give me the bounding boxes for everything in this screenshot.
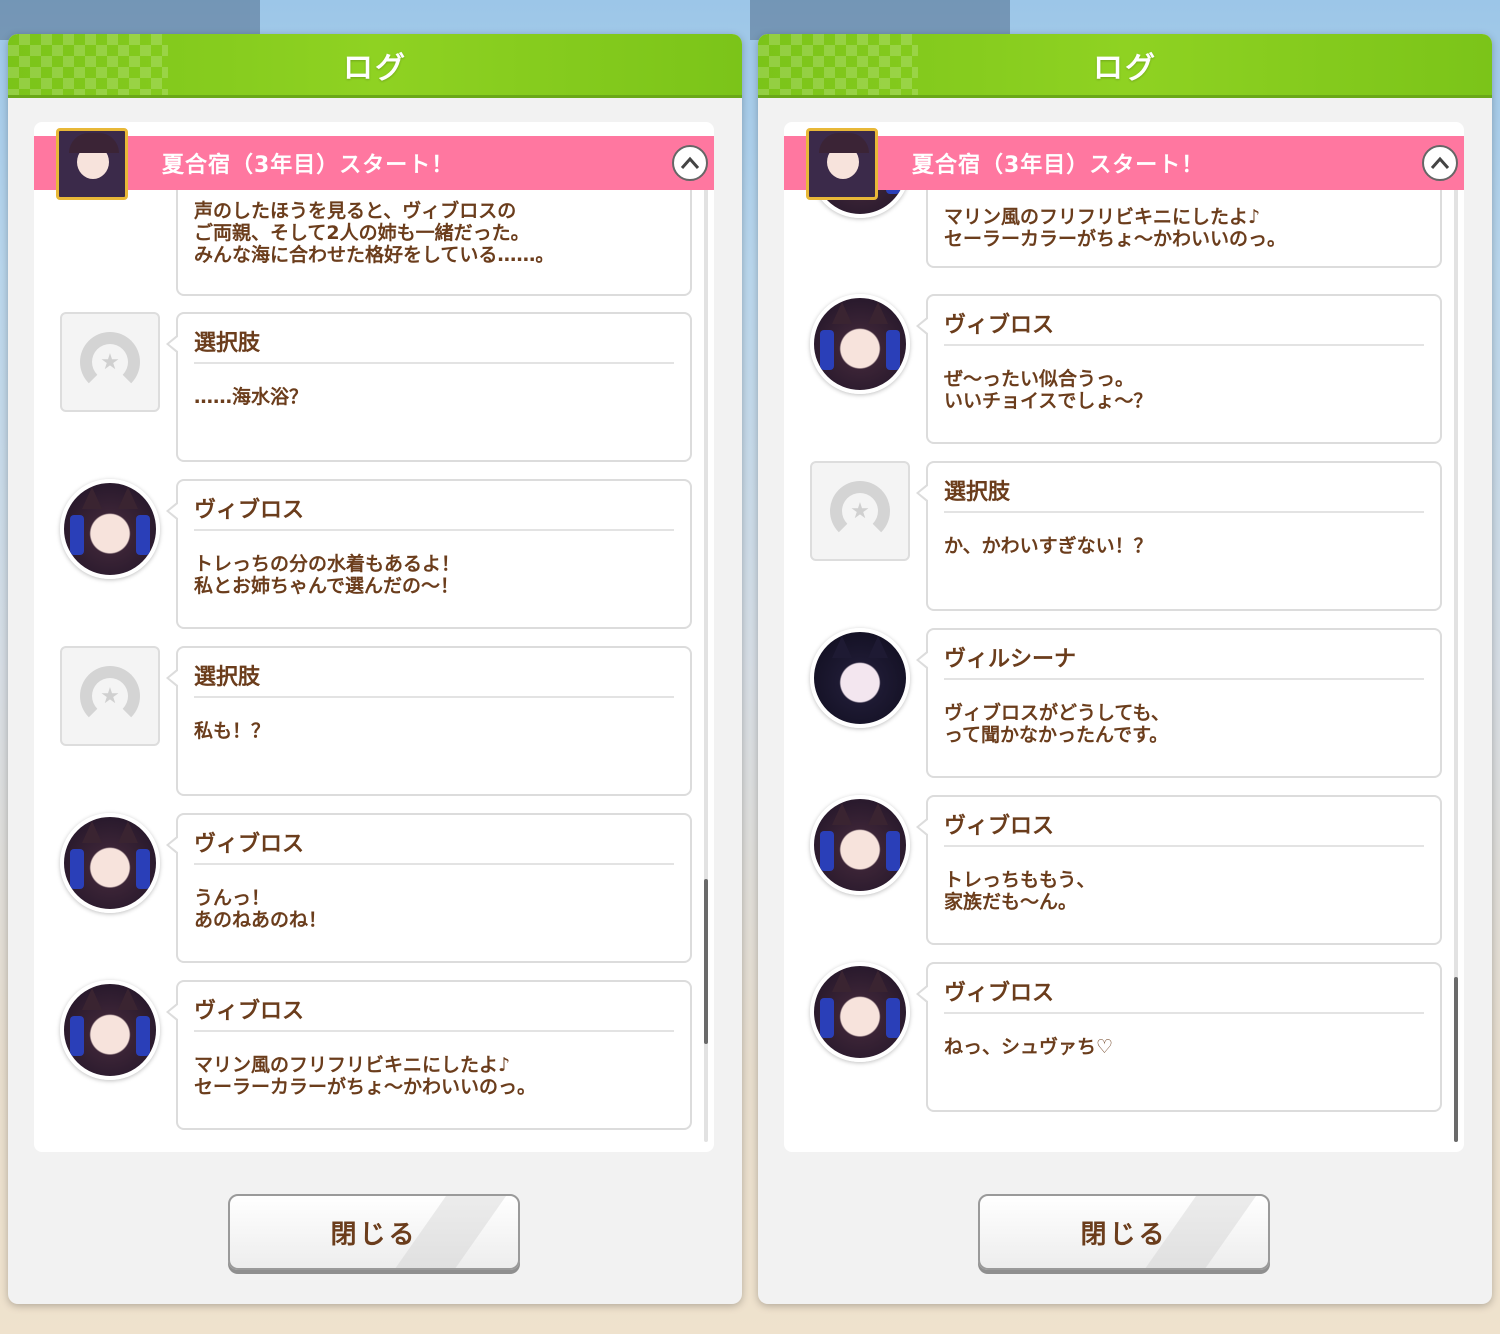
chapter-title: 夏合宿（3年目）スタート！ bbox=[162, 153, 455, 178]
close-button-label: 閉じる bbox=[330, 1219, 418, 1250]
message-text: 私も！？ bbox=[194, 720, 271, 742]
log-content[interactable]: 夏合宿（3年目）スタート！ マリン風のフリフリビキニにしたよ♪ セーラーカラーが… bbox=[784, 122, 1464, 1152]
collapse-button[interactable] bbox=[672, 145, 708, 181]
log-title: ログ bbox=[1093, 50, 1157, 86]
choice-avatar: ★ bbox=[60, 646, 160, 746]
log-entries: 声のしたほうを見ると、ヴィブロスの ご両親、そして2人の姉も一緒だった。 みんな… bbox=[34, 190, 714, 1152]
message-bubble: 選択肢 ……海水浴？ bbox=[166, 312, 692, 462]
horseshoe-icon: ★ bbox=[830, 481, 890, 541]
message-text: か、かわいすぎない！？ bbox=[944, 535, 1153, 557]
chapter-thumbnail bbox=[56, 128, 128, 200]
log-entry: ヴィブロス ねっ、シュヴァち♡ bbox=[784, 962, 1464, 1112]
chapter-title: 夏合宿（3年目）スタート！ bbox=[912, 153, 1205, 178]
message-bubble: 選択肢 か、かわいすぎない！？ bbox=[916, 461, 1442, 611]
message-bubble: ヴィブロス マリン風のフリフリビキニにしたよ♪ セーラーカラーがちょ～かわいいの… bbox=[166, 980, 692, 1130]
message-text: トレっちももう、 家族だも～ん。 bbox=[944, 869, 1096, 913]
message-bubble: 声のしたほうを見ると、ヴィブロスの ご両親、そして2人の姉も一緒だった。 みんな… bbox=[166, 190, 692, 296]
message-bubble: ヴィブロス トレっちももう、 家族だも～ん。 bbox=[916, 795, 1442, 945]
message-text: ねっ、シュヴァち♡ bbox=[944, 1036, 1114, 1058]
scrollbar-thumb[interactable] bbox=[1454, 977, 1458, 1142]
character-avatar bbox=[810, 795, 910, 895]
log-entry: ヴィルシーナ ヴィブロスがどうしても、 って聞かなかったんです。 bbox=[784, 628, 1464, 778]
speaker-name: ヴィルシーナ bbox=[944, 640, 1424, 680]
horseshoe-icon: ★ bbox=[80, 666, 140, 726]
message-text: うんっ！ あのねあのね！ bbox=[194, 887, 328, 931]
scrollbar-thumb[interactable] bbox=[704, 879, 708, 1044]
speaker-name: ヴィブロス bbox=[944, 807, 1424, 847]
message-bubble: ヴィルシーナ ヴィブロスがどうしても、 って聞かなかったんです。 bbox=[916, 628, 1442, 778]
speaker-name: 選択肢 bbox=[944, 473, 1424, 513]
close-button[interactable]: 閉じる bbox=[978, 1194, 1270, 1270]
message-text: トレっちの分の水着もあるよ！ 私とお姉ちゃんで選んだの～！ bbox=[194, 553, 461, 597]
log-entry: マリン風のフリフリビキニにしたよ♪ セーラーカラーがちょ～かわいいのっ。 bbox=[784, 190, 1464, 268]
log-panel-left: ログ 夏合宿（3年目）スタート！ 声のしたほうを見ると、ヴィブロスの ご両親、そ… bbox=[8, 34, 742, 1304]
collapse-button[interactable] bbox=[1422, 145, 1458, 181]
message-text: マリン風のフリフリビキニにしたよ♪ セーラーカラーがちょ～かわいいのっ。 bbox=[194, 1054, 537, 1098]
message-text: ……海水浴？ bbox=[194, 386, 309, 408]
character-avatar bbox=[60, 813, 160, 913]
scrollbar[interactable] bbox=[704, 162, 708, 1142]
log-entry: ★ 選択肢 ……海水浴？ bbox=[34, 312, 714, 462]
speaker-name: 選択肢 bbox=[194, 658, 674, 698]
message-text: ヴィブロスがどうしても、 って聞かなかったんです。 bbox=[944, 702, 1170, 746]
message-bubble: ヴィブロス トレっちの分の水着もあるよ！ 私とお姉ちゃんで選んだの～！ bbox=[166, 479, 692, 629]
log-entries: マリン風のフリフリビキニにしたよ♪ セーラーカラーがちょ～かわいいのっ。 ヴィブ… bbox=[784, 190, 1464, 1152]
speaker-name: ヴィブロス bbox=[194, 992, 674, 1032]
character-avatar bbox=[810, 294, 910, 394]
choice-avatar: ★ bbox=[60, 312, 160, 412]
log-entry: ヴィブロス うんっ！ あのねあのね！ bbox=[34, 813, 714, 963]
close-button-label: 閉じる bbox=[1080, 1219, 1168, 1250]
choice-avatar: ★ bbox=[810, 461, 910, 561]
character-avatar bbox=[60, 479, 160, 579]
scrollbar[interactable] bbox=[1454, 162, 1458, 1142]
log-entry: ★ 選択肢 私も！？ bbox=[34, 646, 714, 796]
speaker-name: ヴィブロス bbox=[944, 974, 1424, 1014]
message-bubble: マリン風のフリフリビキニにしたよ♪ セーラーカラーがちょ～かわいいのっ。 bbox=[926, 190, 1442, 268]
log-entry: ヴィブロス ぜ～ったい似合うっ。 いいチョイスでしょ～？ bbox=[784, 294, 1464, 444]
log-content[interactable]: 夏合宿（3年目）スタート！ 声のしたほうを見ると、ヴィブロスの ご両親、そして2… bbox=[34, 122, 714, 1152]
log-header: ログ bbox=[8, 34, 742, 98]
log-panel-right: ログ 夏合宿（3年目）スタート！ マリン風のフリフリビキニにしたよ♪ セーラーカ… bbox=[758, 34, 1492, 1304]
speaker-name: ヴィブロス bbox=[944, 306, 1424, 346]
speaker-name: ヴィブロス bbox=[194, 491, 674, 531]
character-avatar bbox=[810, 962, 910, 1062]
log-entry: ヴィブロス マリン風のフリフリビキニにしたよ♪ セーラーカラーがちょ～かわいいの… bbox=[34, 980, 714, 1130]
message-text: 声のしたほうを見ると、ヴィブロスの ご両親、そして2人の姉も一緒だった。 みんな… bbox=[194, 200, 555, 266]
log-header: ログ bbox=[758, 34, 1492, 98]
chevron-up-icon bbox=[1430, 151, 1450, 175]
speaker-name: ヴィブロス bbox=[194, 825, 674, 865]
message-text: マリン風のフリフリビキニにしたよ♪ セーラーカラーがちょ～かわいいのっ。 bbox=[944, 206, 1287, 250]
message-bubble: 選択肢 私も！？ bbox=[166, 646, 692, 796]
chapter-bar[interactable]: 夏合宿（3年目）スタート！ bbox=[34, 128, 714, 200]
horseshoe-icon: ★ bbox=[80, 332, 140, 392]
message-bubble: ヴィブロス うんっ！ あのねあのね！ bbox=[166, 813, 692, 963]
log-title: ログ bbox=[343, 50, 407, 86]
chapter-thumbnail bbox=[806, 128, 878, 200]
log-entry: 声のしたほうを見ると、ヴィブロスの ご両親、そして2人の姉も一緒だった。 みんな… bbox=[34, 190, 714, 300]
close-button[interactable]: 閉じる bbox=[228, 1194, 520, 1270]
log-entry: ヴィブロス トレっちの分の水着もあるよ！ 私とお姉ちゃんで選んだの～！ bbox=[34, 479, 714, 629]
character-avatar bbox=[60, 980, 160, 1080]
chapter-bar[interactable]: 夏合宿（3年目）スタート！ bbox=[784, 128, 1464, 200]
message-bubble: ヴィブロス ねっ、シュヴァち♡ bbox=[916, 962, 1442, 1112]
chevron-up-icon bbox=[680, 151, 700, 175]
speaker-name: 選択肢 bbox=[194, 324, 674, 364]
log-entry: ヴィブロス トレっちももう、 家族だも～ん。 bbox=[784, 795, 1464, 945]
log-entry: ★ 選択肢 か、かわいすぎない！？ bbox=[784, 461, 1464, 611]
character-avatar bbox=[810, 628, 910, 728]
message-bubble: ヴィブロス ぜ～ったい似合うっ。 いいチョイスでしょ～？ bbox=[916, 294, 1442, 444]
message-text: ぜ～ったい似合うっ。 いいチョイスでしょ～？ bbox=[944, 368, 1153, 412]
